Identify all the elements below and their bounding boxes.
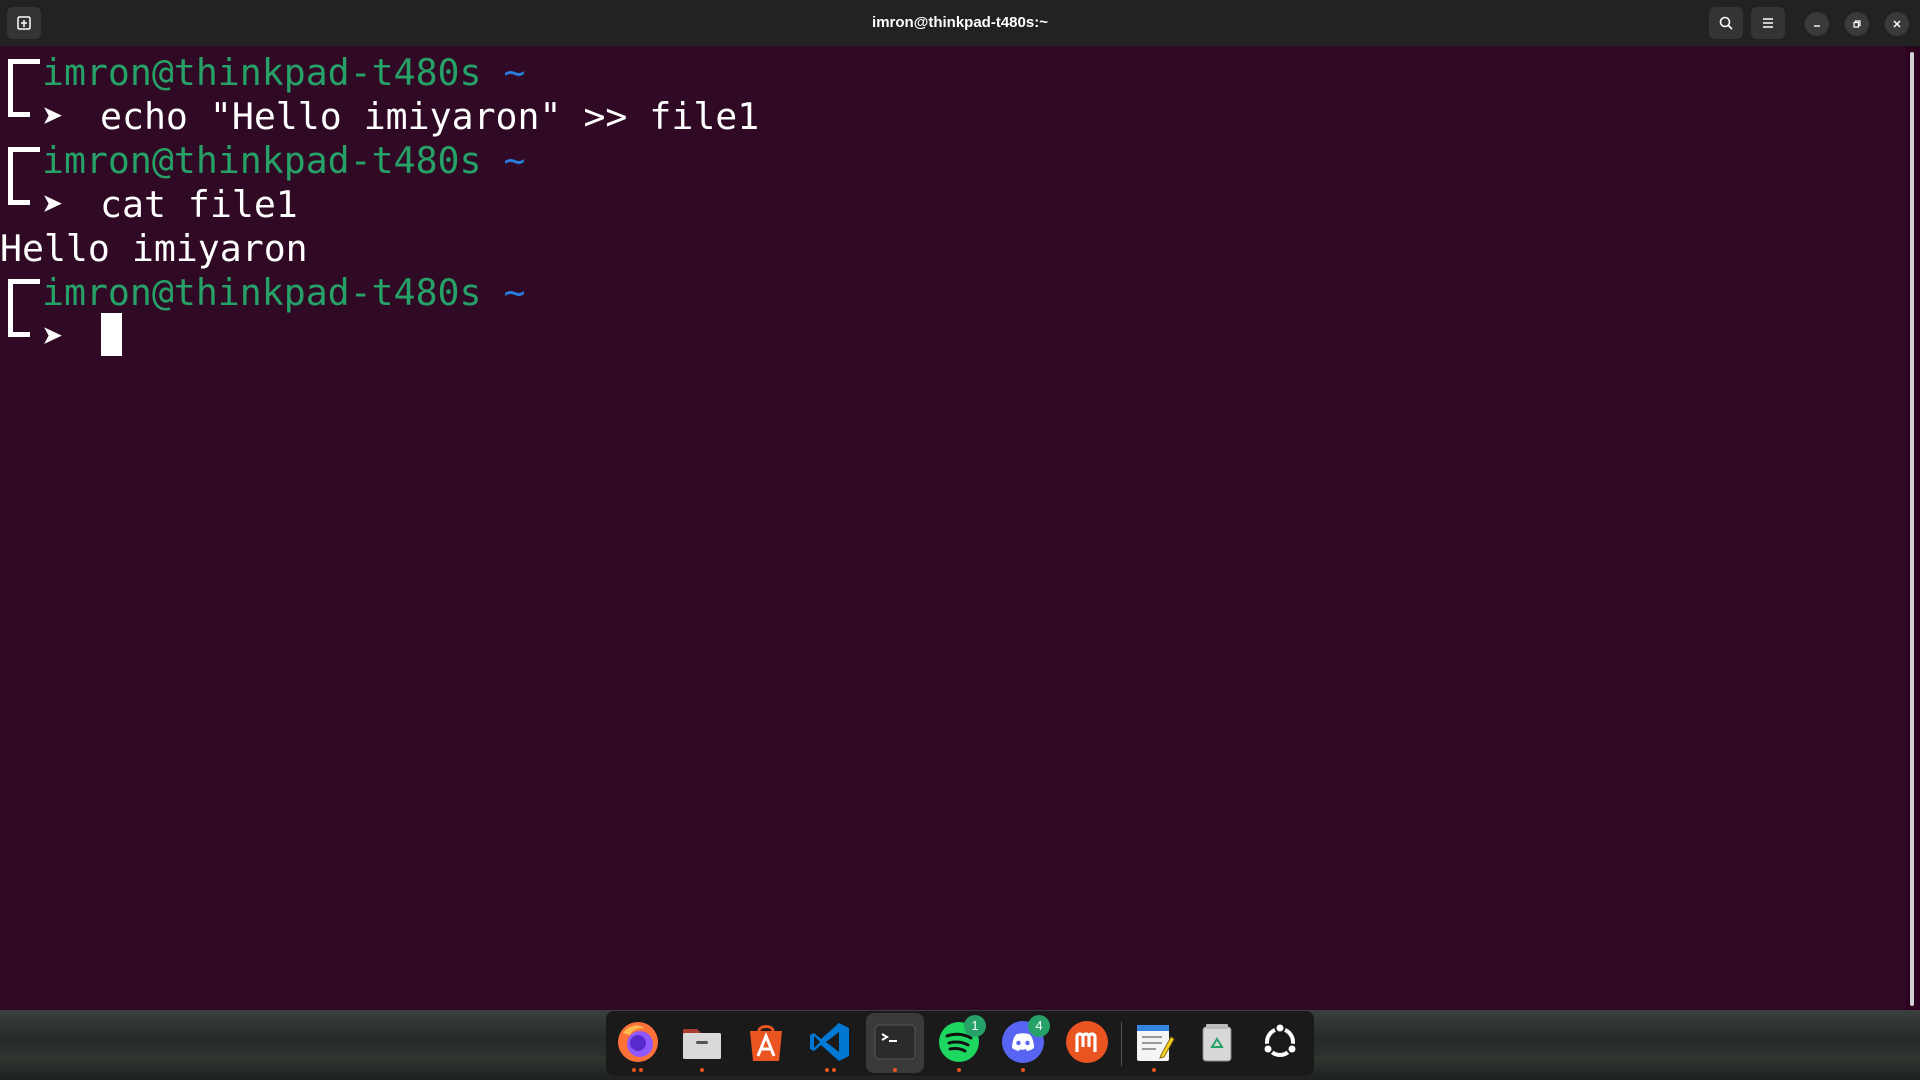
- dock-item-firefox[interactable]: [614, 1018, 662, 1066]
- trash-icon: [1202, 1024, 1232, 1062]
- window-headerbar: imron@thinkpad-t480s:~: [0, 0, 1920, 47]
- prompt-path: ~: [503, 51, 526, 94]
- files-icon: [683, 1029, 721, 1059]
- terminal-scrollbar[interactable]: [1910, 52, 1914, 1006]
- app-store-icon: [750, 1025, 782, 1061]
- prompt-arrow-icon: ➤: [42, 183, 64, 226]
- text-cursor: [101, 313, 122, 356]
- prompt-corner-bottom: [8, 173, 30, 205]
- prompt-user: imron@thinkpad-t480s: [42, 51, 482, 94]
- prompt-line: imron@thinkpad-t480s ~: [42, 51, 525, 95]
- prompt-path: ~: [503, 271, 526, 314]
- close-button[interactable]: [1885, 12, 1909, 36]
- dock-item-discord[interactable]: 4: [999, 1015, 1050, 1066]
- prompt-user: imron@thinkpad-t480s: [42, 271, 482, 314]
- firefox-icon: [618, 1022, 658, 1062]
- dock-item-text-editor[interactable]: [1130, 1018, 1178, 1066]
- prompt-line: imron@thinkpad-t480s ~: [42, 271, 525, 315]
- terminal-icon: [874, 1024, 916, 1060]
- prompt-corner-bottom: [8, 305, 30, 337]
- dock-item-files[interactable]: [678, 1018, 726, 1066]
- prompt-path: ~: [503, 139, 526, 182]
- restore-icon: [1853, 20, 1861, 28]
- prompt-corner-bottom: [8, 85, 30, 117]
- spotify-badge: 1: [964, 1015, 986, 1037]
- ubuntu-apps-icon: [1262, 1022, 1298, 1057]
- menu-button[interactable]: [1751, 7, 1785, 39]
- command-output: Hello imiyaron: [0, 227, 308, 270]
- mastodon-icon: [1066, 1021, 1108, 1063]
- discord-badge: 4: [1028, 1015, 1050, 1037]
- search-icon: [1719, 16, 1733, 30]
- text-editor-icon: [1137, 1025, 1175, 1061]
- command-text: cat file1: [100, 183, 298, 226]
- dock-item-terminal[interactable]: [871, 1018, 919, 1066]
- minimize-button[interactable]: [1805, 12, 1829, 36]
- dock-item-app-center[interactable]: [742, 1018, 790, 1066]
- prompt-line: imron@thinkpad-t480s ~: [42, 139, 525, 183]
- terminal-view[interactable]: imron@thinkpad-t480s ~ ➤ echo "Hello imi…: [0, 46, 1906, 1010]
- prompt-user: imron@thinkpad-t480s: [42, 139, 482, 182]
- dock-item-spotify[interactable]: 1: [935, 1015, 986, 1066]
- close-icon: [1893, 20, 1901, 28]
- dock-item-trash[interactable]: [1193, 1018, 1241, 1066]
- minimize-icon: [1814, 25, 1820, 27]
- prompt-arrow-icon: ➤: [42, 315, 64, 358]
- search-button[interactable]: [1709, 7, 1743, 39]
- dock-item-show-apps[interactable]: [1256, 1018, 1304, 1066]
- command-text: echo "Hello imiyaron" >> file1: [100, 95, 760, 138]
- vscode-icon: [810, 1023, 849, 1061]
- dock-item-vscode[interactable]: [806, 1018, 854, 1066]
- window-title: imron@thinkpad-t480s:~: [872, 14, 1048, 31]
- hamburger-menu-icon: [1763, 18, 1773, 28]
- prompt-arrow-icon: ➤: [42, 95, 64, 138]
- dock-item-mastodon[interactable]: [1063, 1018, 1111, 1066]
- dock-separator: [1121, 1022, 1122, 1066]
- restore-button[interactable]: [1845, 12, 1869, 36]
